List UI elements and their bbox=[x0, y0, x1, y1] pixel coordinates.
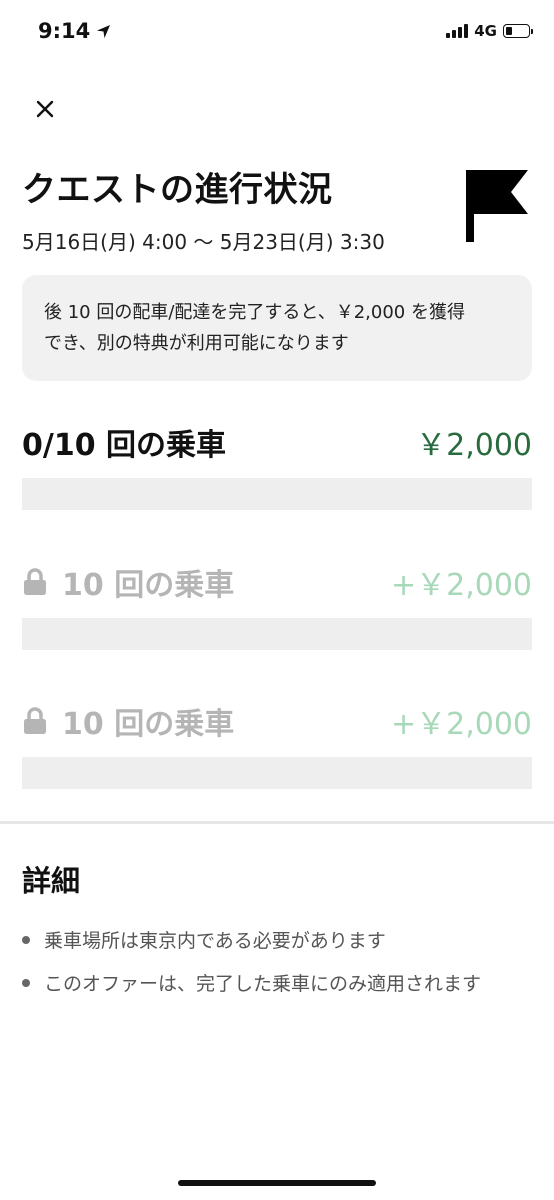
signal-icon bbox=[446, 24, 469, 38]
close-icon bbox=[36, 100, 54, 118]
details-item-2: このオファーは、完了した乗車にのみ適用されます bbox=[22, 969, 481, 996]
lock-icon bbox=[24, 707, 46, 734]
bullet-dot-icon bbox=[22, 935, 30, 944]
info-text-line1: 後 10 回の配車/配達を完了すると、￥2,000 を獲得 bbox=[44, 302, 465, 323]
quest-3-label: 10 回の乗車 bbox=[22, 699, 234, 743]
details-title: 詳細 bbox=[22, 864, 81, 898]
quest-info-box: 後 10 回の配車/配達を完了すると、￥2,000 を獲得 でき、別の特典が利用… bbox=[22, 275, 532, 381]
quest-2-label: 10 回の乗車 bbox=[22, 560, 234, 604]
details-item-1: 乗車場所は東京内である必要があります bbox=[22, 926, 386, 953]
quest-2-label-text: 10 回の乗車 bbox=[62, 568, 235, 603]
quest-1-amount: ￥2,000 bbox=[416, 428, 532, 463]
lock-icon bbox=[24, 568, 46, 595]
details-item-2-text: このオファーは、完了した乗車にのみ適用されます bbox=[44, 973, 482, 995]
battery-icon bbox=[503, 24, 533, 38]
location-arrow-icon bbox=[97, 24, 111, 38]
quest-2-progress-bar bbox=[22, 618, 532, 650]
status-time: 9:14 bbox=[38, 19, 111, 43]
quest-1-label-text: 0/10 回の乗車 bbox=[22, 428, 227, 463]
details-item-1-text: 乗車場所は東京内である必要があります bbox=[44, 930, 386, 952]
section-divider bbox=[0, 821, 554, 824]
status-indicators: 4G bbox=[446, 22, 533, 40]
quest-1-progress-bar bbox=[22, 478, 532, 510]
quest-2-amount: +￥2,000 bbox=[390, 568, 532, 603]
flag-icon bbox=[466, 170, 528, 242]
quest-3-label-text: 10 回の乗車 bbox=[62, 707, 235, 742]
network-type: 4G bbox=[474, 22, 497, 40]
quest-3-progress-bar bbox=[22, 757, 532, 789]
home-indicator[interactable] bbox=[178, 1180, 376, 1186]
page-title: クエストの進行状況 bbox=[22, 170, 333, 210]
status-time-text: 9:14 bbox=[38, 19, 91, 43]
quest-1-label: 0/10 回の乗車 bbox=[22, 420, 226, 464]
quest-3-amount: +￥2,000 bbox=[390, 707, 532, 742]
bullet-dot-icon bbox=[22, 978, 30, 987]
date-range: 5月16日(月) 4:00 〜 5月23日(月) 3:30 bbox=[22, 230, 385, 254]
info-text-line2: でき、別の特典が利用可能になります bbox=[44, 333, 349, 354]
close-button[interactable] bbox=[28, 92, 62, 126]
